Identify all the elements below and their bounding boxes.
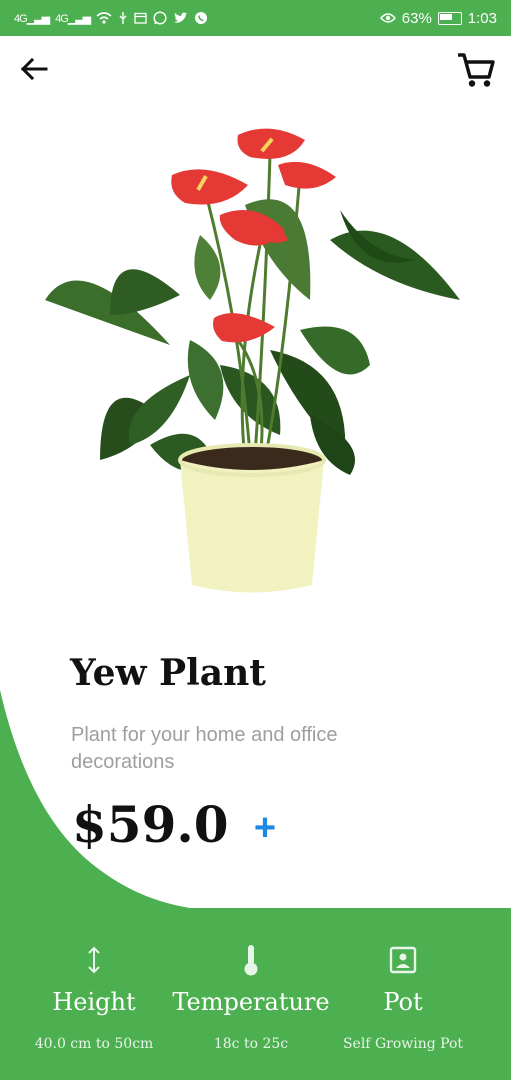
attribute-value: 18c to 25c bbox=[213, 1036, 289, 1052]
signal-icon: 4G▁▃▅ bbox=[14, 12, 50, 25]
thermometer-icon bbox=[166, 938, 336, 982]
attribute-height: Height 40.0 cm to 50cm bbox=[9, 938, 179, 1052]
attribute-value: Self Growing Pot bbox=[342, 1036, 464, 1052]
pot-icon bbox=[318, 938, 488, 982]
twitter-icon bbox=[174, 11, 188, 23]
calendar-icon bbox=[134, 12, 147, 24]
whatsapp-icon bbox=[195, 12, 208, 24]
signal-icon: 4G▁▃▅ bbox=[55, 12, 91, 25]
status-right-icons: 63% 1:03 bbox=[379, 9, 497, 27]
pot bbox=[178, 443, 326, 593]
plant-image bbox=[45, 128, 460, 593]
height-icon bbox=[9, 938, 179, 982]
add-to-cart-button[interactable]: + bbox=[250, 809, 280, 847]
attribute-value: 40.0 cm to 50cm bbox=[34, 1036, 154, 1052]
usb-icon bbox=[119, 12, 127, 24]
attribute-label: Pot bbox=[383, 988, 423, 1016]
shopping-cart-icon[interactable] bbox=[456, 50, 496, 90]
attribute-label: Height bbox=[52, 988, 136, 1016]
eye-icon bbox=[379, 13, 396, 23]
arrow-back-icon[interactable] bbox=[16, 52, 52, 88]
status-left-icons: 4G▁▃▅ 4G▁▃▅ bbox=[14, 11, 208, 25]
attribute-pot: Pot Self Growing Pot bbox=[318, 938, 488, 1052]
flowers bbox=[171, 128, 336, 343]
clock: 1:03 bbox=[467, 9, 497, 27]
product-price: $59.0 bbox=[72, 795, 229, 854]
battery-icon bbox=[437, 11, 462, 25]
status-bar: 4G▁▃▅ 4G▁▃▅ 63% 1:03 bbox=[0, 0, 511, 36]
attribute-temperature: Temperature 18c to 25c bbox=[166, 938, 336, 1052]
product-description: Plant for your home and office decoratio… bbox=[71, 724, 338, 773]
whatsapp-icon bbox=[153, 11, 167, 25]
wifi-icon bbox=[96, 12, 112, 24]
product-title: Yew Plant bbox=[70, 652, 266, 694]
attribute-label: Temperature bbox=[172, 988, 330, 1016]
battery-percent: 63% bbox=[401, 9, 432, 27]
